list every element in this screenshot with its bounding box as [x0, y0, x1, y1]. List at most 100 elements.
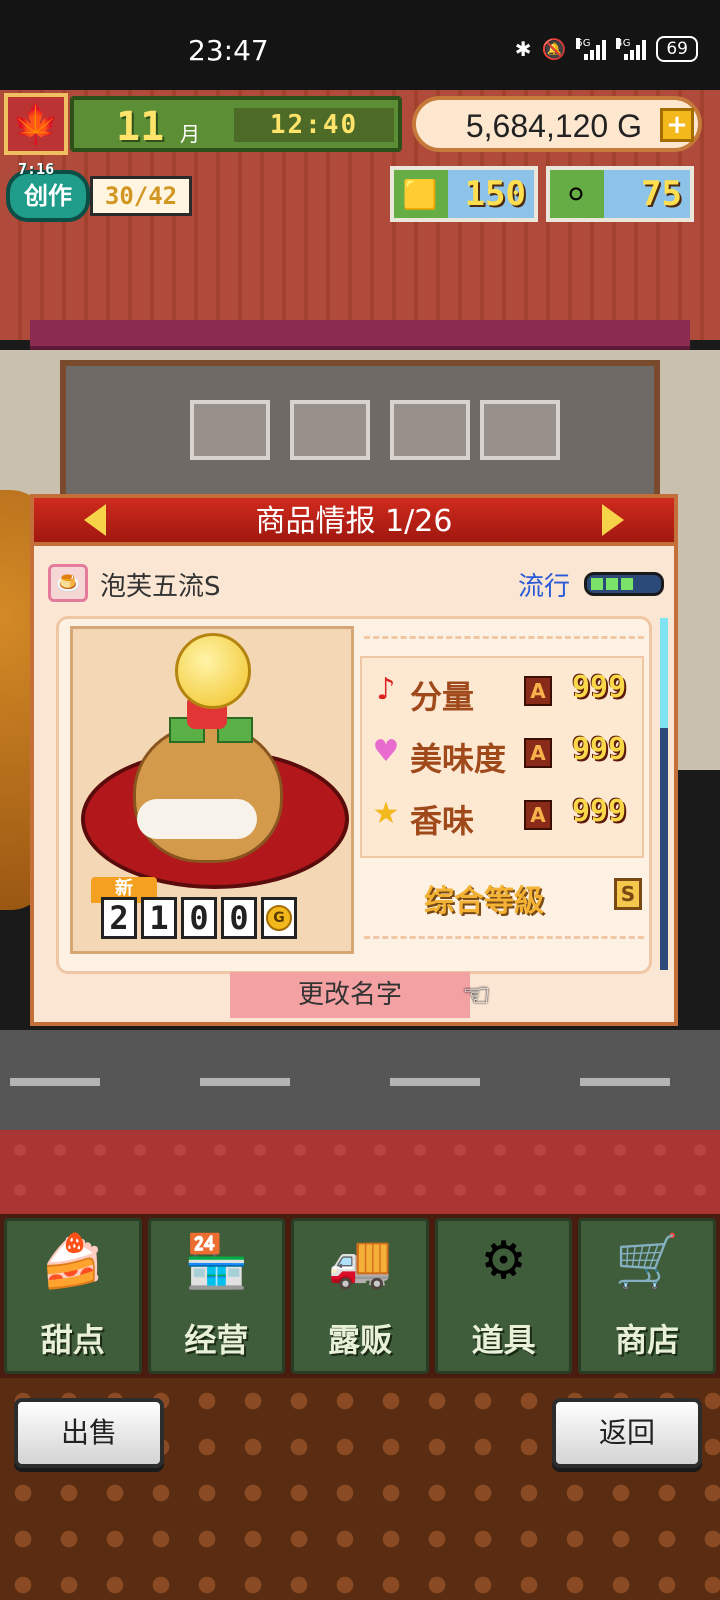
date-display: 11 月 12:40 — [70, 96, 402, 152]
nav-label: 商店 — [615, 1321, 680, 1359]
stat-grade: A — [524, 676, 552, 706]
cream-filling — [137, 799, 257, 839]
product-thumb-icon: 🍮 — [48, 564, 88, 602]
create-counter[interactable]: 创作 7:16 30/42 — [6, 160, 192, 226]
gold-bar-value: 150 — [448, 170, 534, 218]
stat-row-volume: ♪ 分量 A 999 — [366, 662, 642, 718]
shop-icon: 🏪 — [184, 1232, 249, 1292]
product-info-panel: 商品情报 1/26 🍮 泡芙五流S 流行 新 2 1 0 0 G ♪ 分量 A … — [30, 494, 678, 1026]
gear-bag-icon: ⚙ — [480, 1231, 527, 1291]
bluetooth-icon: ✱ — [514, 37, 532, 61]
month-number: 11 — [116, 104, 165, 150]
nav-store[interactable]: 🛒 商店 — [578, 1218, 716, 1374]
status-icons: ✱ 🔕 5G 4G 69 — [515, 36, 698, 62]
nav-dessert[interactable]: 🍰 甜点 — [4, 1218, 142, 1374]
month-unit: 月 — [180, 122, 200, 146]
silver-coin-counter[interactable]: ⚪ 75 — [546, 166, 694, 222]
gold-bar-icon: 🟨 — [402, 177, 438, 211]
divider — [364, 936, 644, 939]
cake-icon: 🍰 — [40, 1232, 106, 1292]
trend-meter — [584, 572, 664, 596]
oven — [390, 400, 470, 460]
money-amount: 5,684,120 G — [465, 108, 642, 144]
nav-label: 露贩 — [327, 1321, 392, 1359]
product-name-row: 🍮 泡芙五流S 流行 — [48, 562, 664, 606]
nav-label: 甜点 — [40, 1321, 105, 1359]
stat-row-taste: ♥ 美味度 A 999 — [366, 724, 642, 780]
footer-bar: 出售 返回 — [0, 1378, 720, 1600]
trend-segment — [606, 578, 618, 590]
silver-coin-icon: ⚪ — [564, 177, 588, 211]
price-unit: G — [266, 905, 292, 931]
star-icon: ★ — [372, 796, 400, 831]
road-marking — [580, 1078, 670, 1086]
money-display: 5,684,120 G + — [412, 96, 702, 152]
product-image: 新 2 1 0 0 G — [70, 626, 354, 954]
nav-label: 经营 — [184, 1321, 249, 1359]
oven — [480, 400, 560, 460]
stat-value: 999 — [572, 732, 627, 767]
panel-title: 商品情报 1/26 — [255, 504, 453, 539]
road — [0, 1030, 720, 1130]
oven — [190, 400, 270, 460]
stats-box: ♪ 分量 A 999 ♥ 美味度 A 999 ★ 香味 A 999 — [360, 656, 644, 858]
cream-puff — [133, 723, 283, 863]
status-bar: 23:47 ✱ 🔕 5G 4G 69 — [0, 0, 720, 90]
road-marking — [390, 1078, 480, 1086]
cart-icon: 🛒 — [614, 1232, 680, 1292]
overall-grade: S — [614, 878, 642, 910]
silver-coin-value: 75 — [604, 170, 690, 218]
panel-header: 商品情报 1/26 — [34, 498, 674, 546]
product-name: 泡芙五流S — [100, 572, 221, 602]
stat-label: 分量 — [410, 678, 475, 716]
stat-grade: A — [524, 738, 552, 768]
rename-button[interactable]: 更改名字 — [230, 972, 470, 1018]
price-display: 2 1 0 0 G — [101, 897, 297, 939]
back-button[interactable]: 返回 — [552, 1398, 702, 1468]
status-time: 23:47 — [188, 34, 269, 67]
scrollbar-thumb[interactable] — [660, 618, 668, 728]
sell-button[interactable]: 出售 — [14, 1398, 164, 1468]
oven — [290, 400, 370, 460]
stat-grade: A — [524, 800, 552, 830]
signal-5g-icon: 5G — [576, 38, 607, 60]
mute-bell-icon: 🔕 — [541, 37, 567, 61]
divider — [364, 636, 644, 639]
food-truck-icon: 🚚 — [327, 1232, 393, 1292]
red-carpet — [0, 1130, 720, 1220]
road-marking — [200, 1078, 290, 1086]
pointing-hand-icon: ☜ — [462, 976, 491, 1014]
trend-label: 流行 — [518, 572, 571, 602]
price-digit: 1 — [141, 897, 177, 939]
bottom-nav: 🍰 甜点 🏪 经营 🚚 露贩 ⚙ 道具 🛒 商店 — [0, 1214, 720, 1378]
signal-4g-icon: 4G — [616, 38, 647, 60]
stat-value: 999 — [572, 670, 627, 705]
custard-ball — [175, 633, 251, 709]
stat-label: 美味度 — [410, 740, 507, 778]
gold-bar-counter[interactable]: 🟨 150 — [390, 166, 538, 222]
trend-segment — [621, 578, 633, 590]
next-arrow-icon[interactable] — [602, 504, 624, 536]
add-money-button[interactable]: + — [660, 108, 694, 142]
price-digit: 0 — [181, 897, 217, 939]
shop-awning — [30, 320, 690, 350]
trend-segment — [591, 578, 603, 590]
nav-food-truck[interactable]: 🚚 露贩 — [291, 1218, 429, 1374]
price-digit: 2 — [101, 897, 137, 939]
stat-row-aroma: ★ 香味 A 999 — [366, 786, 642, 842]
create-count: 30/42 — [90, 176, 192, 216]
price-digit: 0 — [221, 897, 257, 939]
season-icon[interactable]: 🍁 — [4, 93, 68, 155]
game-clock: 12:40 — [234, 108, 394, 142]
game-scene: 🍁 11 月 12:40 5,684,120 G + 创作 7:16 30/42… — [0, 90, 720, 1600]
nav-items[interactable]: ⚙ 道具 — [434, 1218, 573, 1374]
road-marking — [10, 1078, 100, 1086]
nav-management[interactable]: 🏪 经营 — [147, 1218, 286, 1374]
stat-value: 999 — [572, 794, 627, 829]
heart-icon: ♥ — [372, 734, 400, 769]
nav-label: 道具 — [471, 1321, 536, 1359]
battery-indicator: 69 — [656, 36, 698, 62]
stat-label: 香味 — [410, 802, 475, 840]
create-timer: 7:16 — [18, 160, 55, 178]
music-note-icon: ♪ — [376, 672, 396, 707]
